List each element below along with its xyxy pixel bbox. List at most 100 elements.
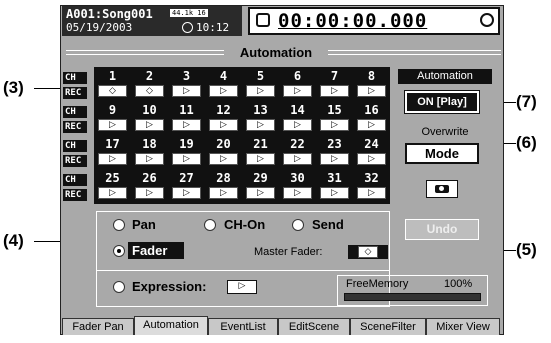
fader-radio[interactable] [113,245,125,257]
rec-button[interactable]: ▷ [135,119,164,131]
channel-number: 31 [318,172,351,184]
channel-number: 32 [355,172,388,184]
rec-button[interactable]: ▷ [283,85,312,97]
callout-3: (3) [3,78,24,97]
rec-button[interactable]: ▷ [209,153,238,165]
rec-button[interactable]: ▷ [357,153,386,165]
rec-button[interactable]: ▷ [246,187,275,199]
channel-number: 22 [281,138,314,150]
expression-button[interactable]: ▷ [227,280,257,294]
overwrite-mode-button[interactable]: Mode [405,143,479,164]
camera-button[interactable] [426,180,458,198]
pan-label: Pan [132,217,156,232]
sample-rate: 44.1k 16 [170,9,208,17]
rec-button[interactable]: ▷ [320,85,349,97]
rec-button[interactable]: ▷ [135,153,164,165]
rec-button[interactable]: ▷ [283,119,312,131]
ch-label: CH [63,72,87,84]
master-fader-label: Master Fader: [254,246,323,258]
ch-label: CH [63,140,87,152]
rec-button[interactable]: ▷ [246,153,275,165]
ch-on-radio[interactable] [204,219,216,231]
rec-button[interactable]: ▷ [172,85,201,97]
rec-button[interactable]: ▷ [209,85,238,97]
channel-number: 21 [244,138,277,150]
rec-button[interactable]: ▷ [172,119,201,131]
timer-icon [256,13,270,27]
callout-6: (6) [516,133,537,152]
callout-7: (7) [516,92,537,111]
channel-number: 10 [133,104,166,116]
free-memory-label: FreeMemory [346,278,409,290]
tab-edit-scene[interactable]: EditScene [278,318,350,335]
channel-number: 9 [96,104,129,116]
tab-scene-filter[interactable]: SceneFilter [350,318,426,335]
rec-button[interactable]: ▷ [98,119,127,131]
channel-number: 24 [355,138,388,150]
master-fader-cell: ◇ [348,245,388,259]
param-divider [96,270,390,271]
rec-button[interactable]: ◇ [96,83,129,99]
channel-number: 4 [207,70,240,82]
overwrite-label: Overwrite [421,126,469,138]
channel-number: 1 [96,70,129,82]
master-fader-button[interactable]: ◇ [358,246,378,258]
free-memory-fill [345,294,480,300]
tab-event-list[interactable]: EventList [208,318,278,335]
expression-label: Expression: [132,279,207,294]
channel-number: 27 [170,172,203,184]
channel-number: 2 [133,70,166,82]
rec-button[interactable]: ▷ [320,119,349,131]
channel-number: 28 [207,172,240,184]
channel-number: 5 [244,70,277,82]
free-memory-value: 100% [444,278,473,290]
rec-label: REC [63,121,87,133]
expression-radio[interactable] [113,281,125,293]
free-memory-bar [344,293,481,301]
channel-number: 29 [244,172,277,184]
tab-mixer-view[interactable]: Mixer View [426,318,500,335]
pan-radio[interactable] [113,219,125,231]
channel-number: 8 [355,70,388,82]
rec-button[interactable]: ▷ [172,153,201,165]
channel-number: 17 [96,138,129,150]
rec-button[interactable]: ▷ [246,85,275,97]
rec-label: REC [63,189,87,201]
rec-button[interactable]: ▷ [283,153,312,165]
channel-number: 15 [318,104,351,116]
channel-number: 23 [318,138,351,150]
rec-button[interactable]: ▷ [320,153,349,165]
channel-number: 12 [207,104,240,116]
rec-button[interactable]: ▷ [209,119,238,131]
rec-button[interactable]: ▷ [209,187,238,199]
rec-label: REC [63,155,87,167]
automation-on-button[interactable]: ON [Play] [404,90,480,114]
undo-button[interactable]: Undo [405,219,479,240]
clock-time: 10:12 [196,21,230,34]
channel-number: 13 [244,104,277,116]
rec-button[interactable]: ▷ [172,187,201,199]
rec-button[interactable]: ◇ [133,83,166,99]
fader-label: Fader [128,242,184,259]
song-info: A001:Song001 44.1k 16 05/19/2003 10:12 [62,6,242,36]
clock-icon [182,22,193,33]
channel-number: 25 [96,172,129,184]
rec-label: REC [63,87,87,99]
channel-number: 18 [133,138,166,150]
channel-number: 6 [281,70,314,82]
callout-3-line [34,88,63,89]
rec-button[interactable]: ▷ [98,153,127,165]
tab-fader-pan[interactable]: Fader Pan [62,318,134,335]
rec-button[interactable]: ▷ [246,119,275,131]
rec-button[interactable]: ▷ [320,187,349,199]
send-radio[interactable] [292,219,304,231]
rec-button[interactable]: ▷ [357,187,386,199]
counter-clock-icon [480,13,494,27]
rec-button[interactable]: ▷ [357,85,386,97]
rec-button[interactable]: ▷ [98,187,127,199]
rec-button[interactable]: ▷ [135,187,164,199]
callout-5: (5) [516,240,537,259]
rec-button[interactable]: ▷ [357,119,386,131]
tab-automation[interactable]: Automation [134,316,208,335]
rec-button[interactable]: ▷ [283,187,312,199]
